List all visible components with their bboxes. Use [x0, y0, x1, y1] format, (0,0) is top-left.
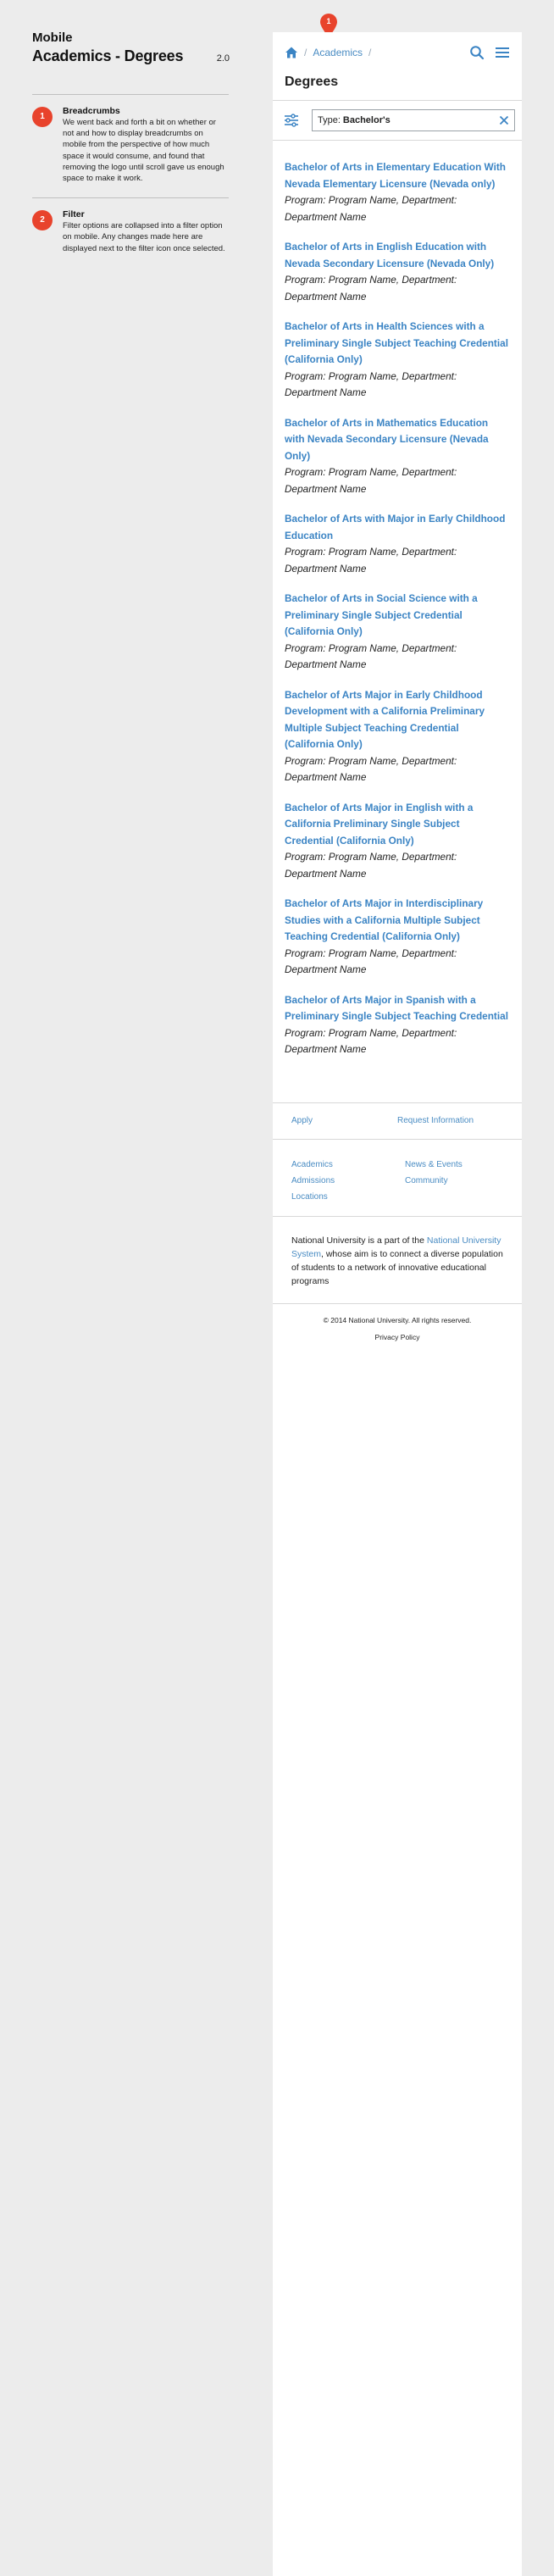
list-item: Bachelor of Arts Major in English with a…: [285, 800, 510, 883]
list-item: Bachelor of Arts in Mathematics Educatio…: [285, 415, 510, 498]
filter-type-label: Type:: [318, 115, 341, 125]
degree-meta: Program: Program Name, Department: Depar…: [285, 1026, 457, 1056]
close-icon[interactable]: [499, 115, 509, 125]
note-title: Filter: [63, 209, 85, 220]
degree-meta: Program: Program Name, Department: Depar…: [285, 466, 457, 495]
page-title: Academics - Degrees: [32, 47, 184, 64]
list-item: Bachelor of Arts in Health Sciences with…: [285, 319, 510, 402]
menu-icon[interactable]: [495, 45, 510, 60]
top-bar-actions: [469, 45, 510, 60]
degree-link[interactable]: Bachelor of Arts Major in Early Childhoo…: [285, 687, 510, 753]
degree-link[interactable]: Bachelor of Arts in Elementary Education…: [285, 159, 510, 192]
list-item: Bachelor of Arts in Social Science with …: [285, 591, 510, 674]
about-text: National University is a part of the Nat…: [273, 1217, 522, 1304]
degree-link[interactable]: Bachelor of Arts in Health Sciences with…: [285, 319, 510, 369]
apply-link[interactable]: Apply: [291, 1116, 397, 1125]
degree-meta: Program: Program Name, Department: Depar…: [285, 947, 457, 976]
home-icon[interactable]: [285, 46, 298, 59]
breadcrumb-separator: /: [368, 47, 372, 58]
degree-meta: Program: Program Name, Department: Depar…: [285, 274, 457, 303]
degree-link[interactable]: Bachelor of Arts in English Education wi…: [285, 239, 510, 272]
degree-link[interactable]: Bachelor of Arts in Social Science with …: [285, 591, 510, 641]
footer-nav: Academics News & Events Admissions Commu…: [273, 1140, 522, 1217]
degree-link[interactable]: Bachelor of Arts Major in English with a…: [285, 800, 510, 850]
breadcrumb-separator: /: [304, 47, 307, 58]
degree-link[interactable]: Bachelor of Arts in Mathematics Educatio…: [285, 415, 510, 465]
breadcrumb-link-academics[interactable]: Academics: [313, 47, 363, 58]
degree-link[interactable]: Bachelor of Arts Major in Interdisciplin…: [285, 896, 510, 946]
degree-meta: Program: Program Name, Department: Depar…: [285, 641, 457, 671]
version-number: 2.0: [216, 53, 230, 64]
note-body: Filter Filter options are collapsed into…: [63, 208, 229, 254]
filter-icon[interactable]: [283, 112, 300, 129]
list-item: Bachelor of Arts Major in Interdisciplin…: [285, 896, 510, 979]
degree-link[interactable]: Bachelor of Arts with Major in Early Chi…: [285, 511, 510, 544]
request-information-link[interactable]: Request Information: [397, 1116, 503, 1125]
degree-list: Bachelor of Arts in Elementary Education…: [273, 141, 522, 1058]
footer-link-locations[interactable]: Locations: [291, 1191, 405, 1204]
list-item: Bachelor of Arts in Elementary Education…: [285, 159, 510, 225]
footer-actions: Apply Request Information: [273, 1102, 522, 1140]
annotation-panel: Mobile Academics - Degrees 2.0 1 Breadcr…: [32, 31, 230, 268]
search-icon[interactable]: [469, 45, 485, 60]
privacy-policy-link[interactable]: Privacy Policy: [273, 1324, 522, 1341]
list-item: Bachelor of Arts Major in Early Childhoo…: [285, 687, 510, 786]
filter-row: Type: Bachelor's: [273, 101, 522, 141]
mobile-device-frame: / Academics / Degrees Type: Bachelor's B…: [273, 32, 522, 2576]
list-item: Bachelor of Arts in English Education wi…: [285, 239, 510, 305]
platform-label: Mobile: [32, 31, 73, 45]
section-title: Degrees: [273, 73, 522, 101]
copyright-text: © 2014 National University. All rights r…: [323, 1315, 472, 1324]
footer-link-academics[interactable]: Academics: [291, 1158, 405, 1172]
filter-type-value: Bachelor's: [342, 115, 391, 125]
list-item: Bachelor of Arts Major in Spanish with a…: [285, 992, 510, 1058]
about-text-after: , whose aim is to connect a diverse popu…: [291, 1248, 503, 1286]
note-title: Breadcrumbs: [63, 106, 120, 116]
note-number-badge: 2: [32, 210, 53, 231]
top-bar: / Academics /: [273, 32, 522, 73]
degree-meta: Program: Program Name, Department: Depar…: [285, 369, 457, 399]
degree-meta: Program: Program Name, Department: Depar…: [285, 546, 457, 575]
active-filter-field[interactable]: Type: Bachelor's: [312, 109, 515, 131]
footer-link-admissions[interactable]: Admissions: [291, 1174, 405, 1188]
note-text: Filter options are collapsed into a filt…: [63, 221, 225, 253]
about-text-before: National University is a part of the: [291, 1235, 427, 1246]
pin-number: 1: [326, 17, 331, 25]
title-row: Academics - Degrees 2.0: [32, 47, 230, 65]
degree-meta: Program: Program Name, Department: Depar…: [285, 194, 457, 223]
degree-meta: Program: Program Name, Department: Depar…: [285, 851, 457, 880]
footer-link-community[interactable]: Community: [405, 1174, 503, 1188]
list-item: Bachelor of Arts with Major in Early Chi…: [285, 511, 510, 577]
note-body: Breadcrumbs We went back and forth a bit…: [63, 105, 229, 184]
note-text: We went back and forth a bit on whether …: [63, 118, 224, 184]
note-filter: 2 Filter Filter options are collapsed in…: [32, 198, 229, 268]
footer-link-news-events[interactable]: News & Events: [405, 1158, 503, 1172]
note-number-badge: 1: [32, 107, 53, 127]
degree-meta: Program: Program Name, Department: Depar…: [285, 754, 457, 784]
degree-link[interactable]: Bachelor of Arts Major in Spanish with a…: [285, 992, 510, 1025]
note-breadcrumbs: 1 Breadcrumbs We went back and forth a b…: [32, 95, 229, 197]
